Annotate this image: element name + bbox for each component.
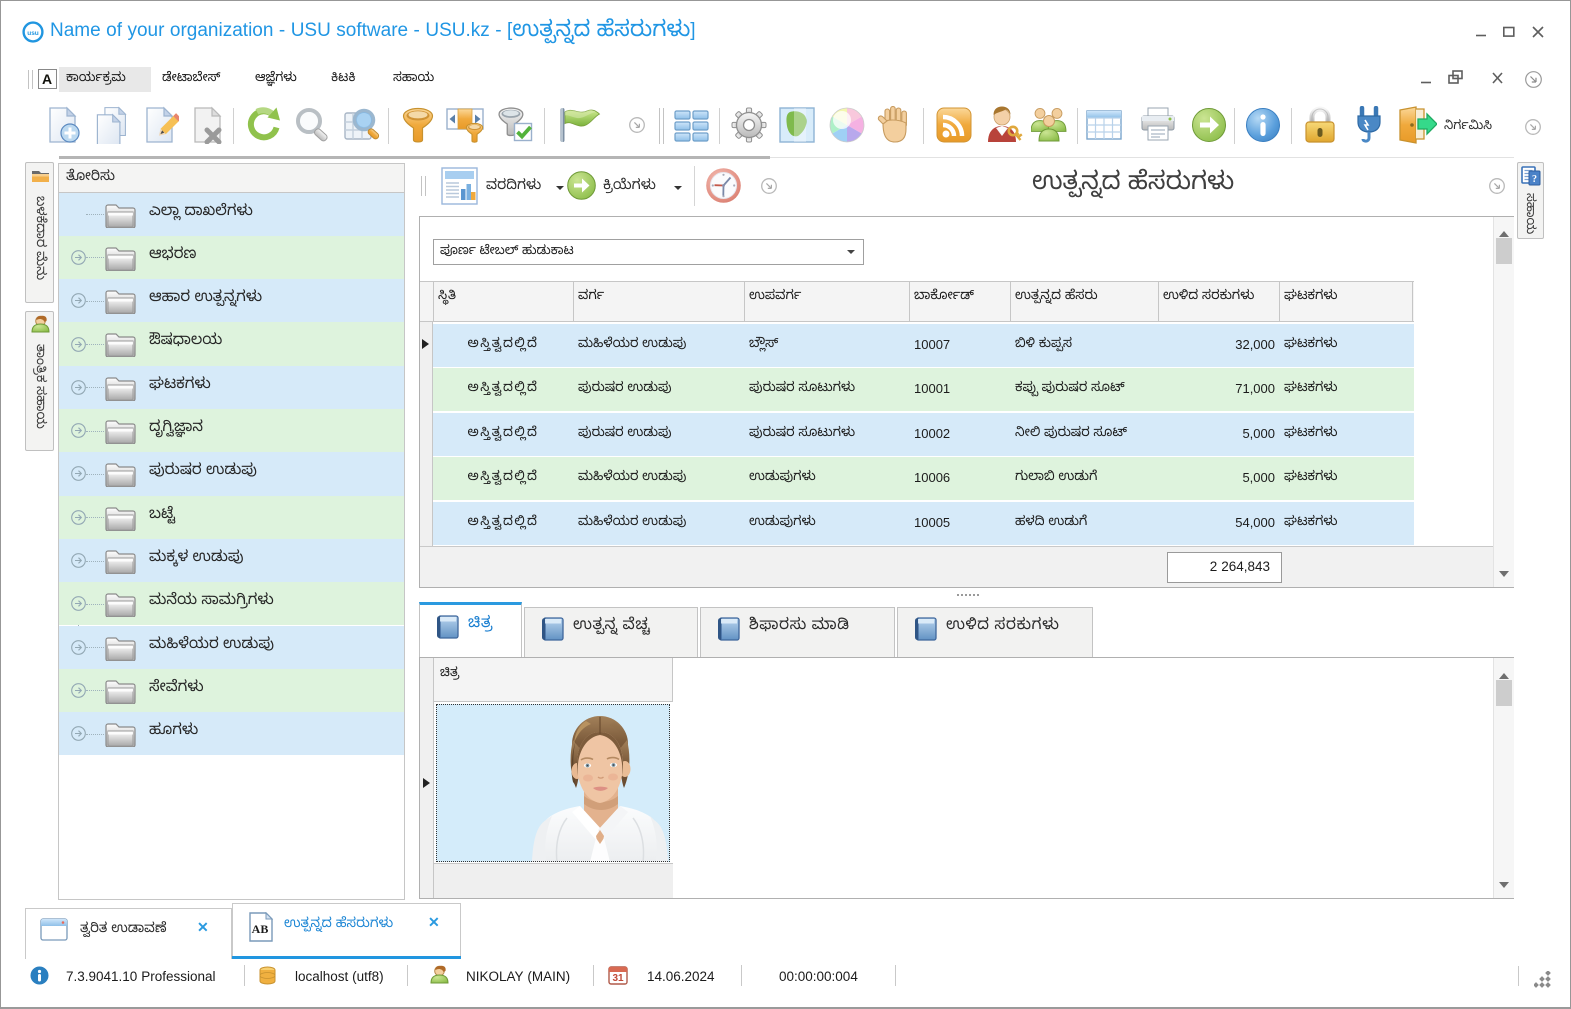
svg-text:31: 31 xyxy=(612,973,624,984)
svg-text:usu: usu xyxy=(27,30,39,37)
svg-text:?: ? xyxy=(1532,174,1537,185)
svg-text:AB: AB xyxy=(252,922,269,936)
